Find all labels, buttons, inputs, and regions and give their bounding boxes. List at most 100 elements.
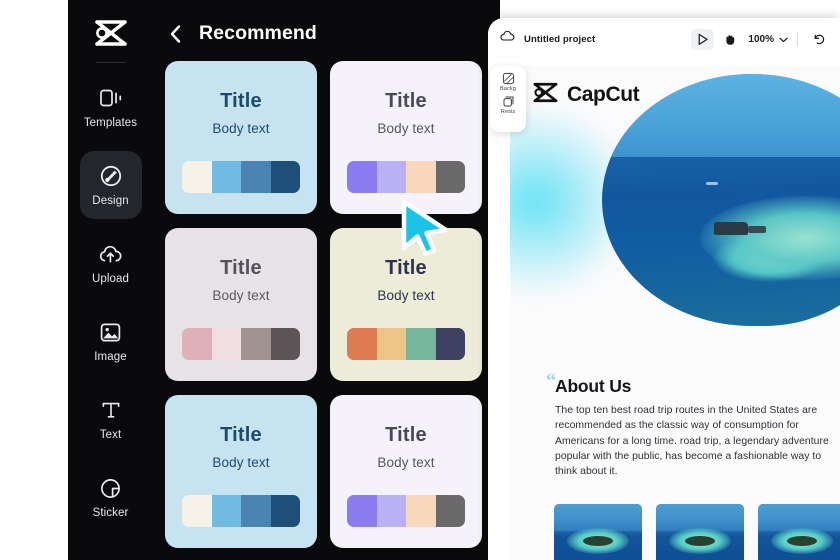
swatch-color bbox=[270, 161, 300, 193]
editor-topbar: Untitled project 100% bbox=[488, 18, 840, 60]
zoom-control[interactable]: 100% bbox=[745, 30, 788, 48]
template-card-body: Body text bbox=[212, 121, 270, 136]
recommendation-card[interactable]: Recommendation index★★★★★ bbox=[656, 504, 744, 560]
swatch-color bbox=[435, 495, 465, 527]
swatch-color bbox=[376, 328, 406, 360]
templates-icon bbox=[98, 85, 124, 111]
recommend-header: Recommend bbox=[153, 0, 500, 45]
sidebar-item-label: Sticker bbox=[92, 507, 129, 519]
hero-image-overlay bbox=[602, 74, 840, 326]
template-card-body: Body text bbox=[377, 455, 435, 470]
about-paragraph[interactable]: The top ten best road trip routes in the… bbox=[555, 403, 837, 479]
template-card-title: Title bbox=[220, 257, 262, 279]
swatch-color bbox=[241, 161, 271, 193]
sidebar-item-sticker[interactable]: Sticker bbox=[80, 463, 142, 531]
swatch-color bbox=[241, 328, 271, 360]
template-card-body: Body text bbox=[212, 288, 270, 303]
sidebar-item-label: Templates bbox=[83, 117, 138, 129]
template-card-body: Body text bbox=[377, 288, 435, 303]
zoom-value: 100% bbox=[748, 33, 774, 45]
swatch-color bbox=[270, 328, 300, 360]
thumb-land bbox=[583, 535, 613, 546]
editor-tools: 100% bbox=[691, 28, 830, 50]
swatch-color bbox=[211, 495, 241, 527]
text-t-icon bbox=[98, 397, 124, 423]
sidebar-divider bbox=[95, 62, 126, 63]
thumb-land bbox=[787, 535, 817, 546]
canvas-mini-toolbar: Backg Resiz bbox=[490, 66, 526, 132]
resize-tool-button[interactable]: Resiz bbox=[490, 94, 526, 115]
template-grid: Title Body text Title Body text Title Body te… bbox=[153, 61, 500, 560]
island-thumbnail bbox=[758, 504, 840, 560]
template-card[interactable]: Title Body text bbox=[165, 395, 317, 548]
design-brush-icon bbox=[98, 163, 124, 189]
template-color-swatch bbox=[347, 495, 465, 527]
template-card-title: Title bbox=[220, 90, 262, 112]
template-card-title: Title bbox=[385, 424, 427, 446]
about-heading[interactable]: About Us bbox=[555, 376, 631, 397]
template-card[interactable]: Title Body text bbox=[330, 395, 482, 548]
swatch-color bbox=[211, 328, 241, 360]
undo-arrow-icon[interactable] bbox=[807, 29, 830, 50]
swatch-color bbox=[182, 328, 212, 360]
template-color-swatch bbox=[182, 495, 300, 527]
recommendation-card[interactable]: Recommendation index★★★★★ bbox=[758, 504, 840, 560]
template-color-swatch bbox=[182, 161, 300, 193]
capcut-logo-icon bbox=[532, 82, 559, 108]
capcut-app-window: Templates Design Upload Image Text Stick… bbox=[68, 0, 500, 560]
sticker-icon bbox=[98, 475, 124, 501]
template-card[interactable]: Title Body text bbox=[330, 228, 482, 381]
page-title: Recommend bbox=[199, 22, 317, 44]
template-color-swatch bbox=[347, 328, 465, 360]
island-thumbnail bbox=[554, 504, 642, 560]
cloud-sync-icon bbox=[500, 30, 515, 48]
template-card-title: Title bbox=[385, 257, 427, 279]
swatch-color bbox=[435, 328, 465, 360]
island-thumbnail bbox=[656, 504, 744, 560]
swatch-color bbox=[376, 495, 406, 527]
swatch-color bbox=[347, 495, 377, 527]
recommendation-card-list: Recommendation index★★★★★Recommendation … bbox=[554, 504, 840, 560]
thumb-land bbox=[685, 535, 715, 546]
recommendation-card[interactable]: Recommendation index★★★★★ bbox=[554, 504, 642, 560]
sidebar-item-label: Text bbox=[99, 429, 122, 441]
swatch-color bbox=[347, 161, 377, 193]
design-editor-window: Untitled project 100% Backg Resiz CapCut… bbox=[488, 18, 840, 560]
cursor-select-icon[interactable] bbox=[691, 28, 715, 50]
template-card[interactable]: Title Body text bbox=[330, 61, 482, 214]
project-info[interactable]: Untitled project bbox=[500, 30, 595, 48]
hero-islet-secondary bbox=[748, 226, 766, 233]
swatch-color bbox=[182, 495, 212, 527]
screen-root: Templates Design Upload Image Text Stick… bbox=[0, 0, 840, 560]
design-canvas[interactable]: CapCut “ About Us The top ten best road … bbox=[510, 66, 840, 560]
capcut-logo-icon bbox=[91, 16, 131, 50]
background-icon bbox=[501, 71, 515, 85]
sidebar-item-design[interactable]: Design bbox=[79, 151, 142, 219]
template-card[interactable]: Title Body text bbox=[165, 61, 317, 214]
upload-cloud-icon bbox=[98, 241, 124, 267]
mini-tool-label: Backg bbox=[499, 86, 517, 92]
hand-pan-icon[interactable] bbox=[718, 29, 741, 50]
sidebar-item-templates[interactable]: Templates bbox=[80, 73, 142, 141]
swatch-color bbox=[211, 161, 241, 193]
chevron-down-icon bbox=[779, 30, 788, 48]
canvas-brand-lockup: CapCut bbox=[532, 82, 640, 108]
image-icon bbox=[98, 319, 124, 345]
swatch-color bbox=[406, 495, 436, 527]
mini-tool-label: Resiz bbox=[500, 109, 516, 115]
template-card-body: Body text bbox=[212, 455, 270, 470]
swatch-color bbox=[406, 161, 436, 193]
resize-icon bbox=[501, 94, 515, 108]
swatch-color bbox=[376, 161, 406, 193]
hero-reef bbox=[700, 196, 840, 280]
template-card[interactable]: Title Body text bbox=[165, 228, 317, 381]
chevron-left-icon[interactable] bbox=[169, 23, 185, 45]
template-card-body: Body text bbox=[377, 121, 435, 136]
swatch-color bbox=[435, 161, 465, 193]
hero-islet bbox=[714, 222, 748, 235]
template-color-swatch bbox=[182, 328, 300, 360]
sidebar-item-upload[interactable]: Upload bbox=[80, 229, 142, 297]
background-tool-button[interactable]: Backg bbox=[490, 71, 526, 92]
sidebar-item-image[interactable]: Image bbox=[80, 307, 142, 375]
sidebar-item-text[interactable]: Text bbox=[80, 385, 142, 453]
